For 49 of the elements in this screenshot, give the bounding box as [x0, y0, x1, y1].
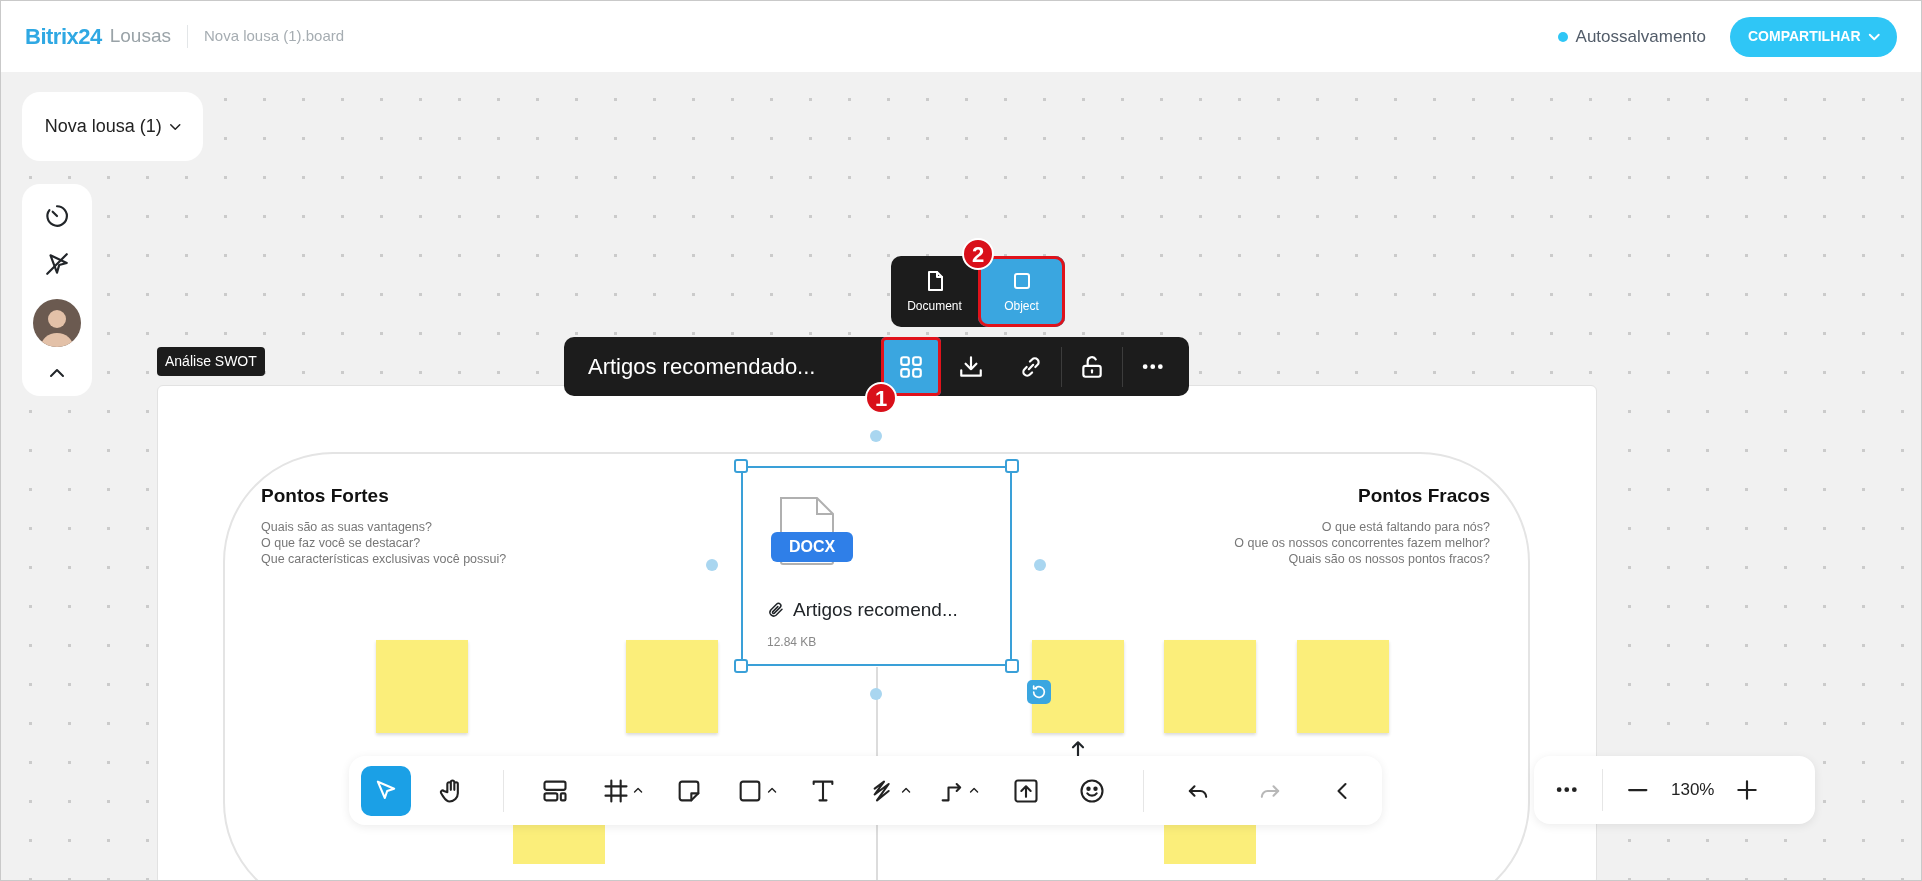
resize-handle[interactable] [734, 459, 748, 473]
rotate-button[interactable] [1027, 680, 1051, 704]
emoji-icon [1077, 776, 1106, 805]
rotate-icon [1031, 684, 1047, 700]
chevron-up-icon [50, 369, 64, 377]
prompt-text: Quais são as suas vantagens? [261, 518, 433, 535]
chevron-down-icon [169, 123, 181, 130]
prompt-text: O que está faltando para nós? [1321, 518, 1490, 535]
frame-label: Análise SWOT [157, 347, 265, 376]
file-size: 12.84 KB [767, 633, 818, 651]
caret-icon [634, 788, 643, 793]
frame-icon [602, 776, 630, 805]
minus-icon [1628, 788, 1648, 792]
resize-handle[interactable] [734, 659, 748, 673]
caret-icon [768, 788, 777, 793]
product-name: Lousas [109, 24, 171, 49]
resize-handle[interactable] [1005, 659, 1019, 673]
download-icon [958, 353, 984, 380]
prompt-text: O que faz você se destacar? [261, 534, 422, 551]
brand-logo: Bitrix24 [25, 23, 102, 51]
caret-icon [970, 788, 979, 793]
paperclip-icon [767, 601, 785, 620]
board-dropdown[interactable]: Nova lousa (1) [22, 92, 203, 161]
unlock-icon [1079, 353, 1105, 380]
prompt-text: Quais são os nossos pontos fracos? [1288, 550, 1490, 567]
zoom-level: 130% [1671, 779, 1715, 802]
file-name: Nova lousa (1).board [187, 25, 345, 48]
file-type-badge: DOCX [771, 532, 853, 562]
cursor-off-icon [44, 251, 70, 277]
more-icon [1143, 364, 1163, 369]
chevron-down-icon [1868, 33, 1879, 40]
file-card[interactable]: DOCX Artigos recomend... 12.84 KB [741, 466, 1012, 666]
upload-icon [1011, 776, 1040, 805]
select-tool-button[interactable] [361, 765, 411, 816]
section-title: Pontos Fortes [261, 484, 390, 508]
autosave-status: Autossalvamento [1575, 25, 1706, 48]
grid-icon [898, 353, 924, 380]
caret-icon [902, 788, 911, 793]
element-title: Artigos recomendado... [587, 353, 816, 381]
timer-icon [44, 203, 70, 229]
prompt-text: Que características exclusivas você possui? [261, 550, 507, 567]
step-badge: 2 [962, 238, 994, 270]
more-icon [1557, 788, 1577, 792]
section-title: Pontos Fracos [1358, 484, 1490, 508]
user-avatar[interactable] [33, 299, 81, 347]
autosave-indicator-icon [1557, 31, 1568, 42]
resize-handle[interactable] [1005, 459, 1019, 473]
prompt-text: O que os nossos concorrentes fazem melhor? [1234, 534, 1490, 551]
file-name: Artigos recomend... [793, 598, 958, 622]
